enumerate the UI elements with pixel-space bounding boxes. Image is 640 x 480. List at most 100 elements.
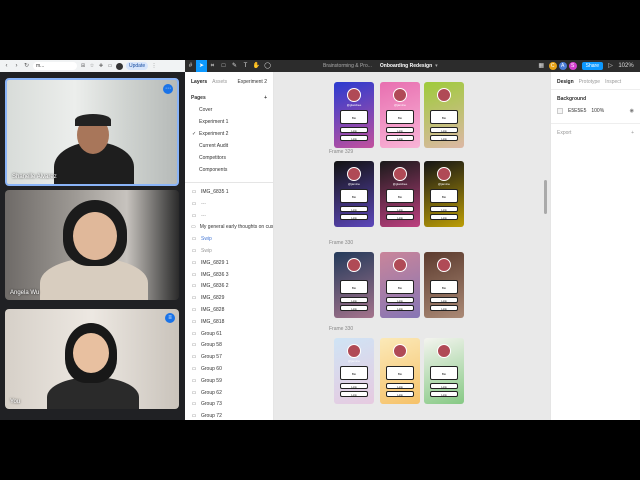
zoom-level[interactable]: 102% [618, 60, 634, 72]
frame-label[interactable]: Frame 330 [329, 240, 353, 246]
link-button: Link [386, 383, 414, 389]
layer-item[interactable]: ▭ Group 72 [185, 411, 273, 420]
comment-tool-icon[interactable]: ◯ [262, 60, 273, 72]
puzzle-icon[interactable]: ✚ [98, 63, 104, 69]
profile-mockup-frame[interactable]: Bio Link Link [424, 252, 464, 318]
color-swatch[interactable] [557, 108, 563, 114]
profile-mockup-frame[interactable]: Bio Link Link [380, 252, 420, 318]
hand-tool-icon[interactable]: ✋ [251, 60, 262, 72]
participant-tile[interactable]: Shanelle Alvarez ⋯ [5, 78, 179, 186]
file-title[interactable]: Onboarding Redesign [380, 63, 432, 69]
frame-label[interactable]: Frame 329 [329, 149, 353, 155]
layer-item[interactable]: ▭ My general early thoughts on cust... [185, 222, 273, 234]
back-icon[interactable]: ‹ [3, 63, 10, 70]
update-button[interactable]: Update [126, 62, 149, 70]
layer-item[interactable]: ▭ Group 62 [185, 388, 273, 400]
profile-mockup-frame[interactable]: @glambee Bio Link Link [334, 82, 374, 148]
main-menu-icon[interactable]: # [185, 60, 196, 72]
frame-label[interactable]: Frame 330 [329, 326, 353, 332]
tab-design[interactable]: Design [557, 79, 574, 85]
forward-icon[interactable]: › [13, 63, 20, 70]
layer-item[interactable]: ▭ --- [185, 211, 273, 223]
bio-card: Bio [340, 189, 368, 203]
page-item[interactable]: Cover [185, 104, 273, 116]
layer-item[interactable]: ▭ Group 61 [185, 329, 273, 341]
background-fill-row[interactable]: E5E5E5 100% ◉ [551, 106, 640, 116]
breadcrumb[interactable]: Brainstorming & Pro... [323, 63, 372, 69]
layer-item[interactable]: ▭ IMG_6836 2 [185, 281, 273, 293]
profile-mockup-frame[interactable]: Bio Link Link [424, 82, 464, 148]
properties-panel: Design Prototype Inspect Background E5E5… [550, 72, 640, 420]
collaborator-avatar[interactable]: C [548, 62, 557, 70]
tab-layers[interactable]: Layers [191, 79, 207, 85]
chevron-down-icon[interactable]: ▾ [435, 63, 438, 69]
share-button[interactable]: Share [581, 62, 603, 70]
address-bar[interactable]: m... [33, 62, 77, 70]
layer-item[interactable]: ▭ Group 58 [185, 340, 273, 352]
reload-icon[interactable]: ↻ [23, 63, 30, 70]
tab-prototype[interactable]: Prototype [579, 79, 600, 85]
profile-mockup-frame[interactable]: Bio Link Link [334, 252, 374, 318]
present-icon[interactable]: ▷ [605, 60, 616, 72]
link-button: Link [340, 127, 368, 133]
profile-mockup-frame[interactable]: @glambee Bio Link Link [380, 161, 420, 227]
bio-card: Bio [340, 110, 368, 124]
layer-item[interactable]: ▭ Group 57 [185, 352, 273, 364]
layer-item[interactable]: ▭ --- [185, 199, 273, 211]
avatar [437, 88, 451, 102]
layer-type-icon: ▭ [191, 212, 197, 219]
layer-item[interactable]: ▭ Group 59 [185, 376, 273, 388]
bookmark-icon[interactable]: ☆ [89, 63, 95, 69]
tab-icon[interactable]: ▭ [107, 63, 113, 69]
layer-item[interactable]: ▭ IMG_6829 [185, 293, 273, 305]
profile-mockup-frame[interactable]: Bio Link Link [424, 338, 464, 404]
library-icon[interactable]: ▦ [536, 60, 547, 72]
more-menu-icon[interactable]: ⋮ [151, 63, 157, 69]
text-tool-icon[interactable]: T [240, 60, 251, 72]
page-item[interactable]: Current Audit [185, 140, 273, 152]
profile-mockup-frame[interactable]: @jamine Bio Link Link [334, 161, 374, 227]
page-item[interactable]: Experiment 2 [185, 128, 273, 140]
profile-mockup-frame[interactable]: @jamine Bio Link Link [380, 82, 420, 148]
toolbar-right-group: ▦ C A S Share ▷ 102% [536, 60, 640, 72]
link-button: Link [430, 214, 458, 220]
profile-avatar[interactable] [116, 62, 123, 70]
eye-icon[interactable]: ◉ [630, 108, 634, 114]
pen-tool-icon[interactable]: ✎ [229, 60, 240, 72]
design-canvas[interactable]: Frame 329 Frame 330 Frame 330 @glambee Bio Li… [274, 72, 550, 420]
page-item[interactable]: Components [185, 164, 273, 176]
add-page-icon[interactable]: + [264, 95, 267, 101]
collaborator-avatar[interactable]: A [558, 62, 567, 70]
layer-item[interactable]: ▭ Swip [185, 234, 273, 246]
background-hex[interactable]: E5E5E5 [568, 108, 586, 114]
frame-tool-icon[interactable]: ⌗ [207, 60, 218, 72]
export-section[interactable]: Export + [551, 127, 640, 139]
add-export-icon[interactable]: + [631, 130, 634, 136]
profile-mockup-frame[interactable]: @jamine Bio Link Link [424, 161, 464, 227]
collaborator-avatar[interactable]: S [568, 62, 577, 70]
layer-item[interactable]: ▭ IMG_6836 3 [185, 270, 273, 282]
tab-inspect[interactable]: Inspect [605, 79, 621, 85]
page-selector[interactable]: Experiment 2 [238, 79, 267, 85]
link-button: Link [340, 297, 368, 303]
participant-tile[interactable]: You ≡ [5, 309, 179, 409]
tab-assets[interactable]: Assets [212, 79, 227, 85]
participant-tile[interactable]: Angela Wu [5, 190, 179, 300]
extension-icon[interactable]: ⊞ [80, 63, 86, 69]
profile-mockup-frame[interactable]: Bio Link Link [380, 338, 420, 404]
canvas-scrollbar[interactable] [544, 180, 547, 214]
profile-mockup-frame[interactable]: @jamine Bio Link Link [334, 338, 374, 404]
page-item[interactable]: Experiment 1 [185, 116, 273, 128]
layer-item[interactable]: ▭ Group 60 [185, 364, 273, 376]
more-options-icon[interactable]: ⋯ [163, 84, 173, 94]
layer-item[interactable]: ▭ IMG_6835 1 [185, 187, 273, 199]
move-tool-icon[interactable]: ➤ [196, 60, 207, 72]
background-opacity[interactable]: 100% [591, 108, 604, 114]
layer-item[interactable]: ▭ IMG_6818 [185, 317, 273, 329]
shape-tool-icon[interactable]: □ [218, 60, 229, 72]
page-item[interactable]: Competitors [185, 152, 273, 164]
layer-item[interactable]: ▭ IMG_6828 [185, 305, 273, 317]
layer-item[interactable]: ▭ Group 73 [185, 399, 273, 411]
layer-item[interactable]: ▭ IMG_6829 1 [185, 258, 273, 270]
layer-item[interactable]: ▭ Swip [185, 246, 273, 258]
